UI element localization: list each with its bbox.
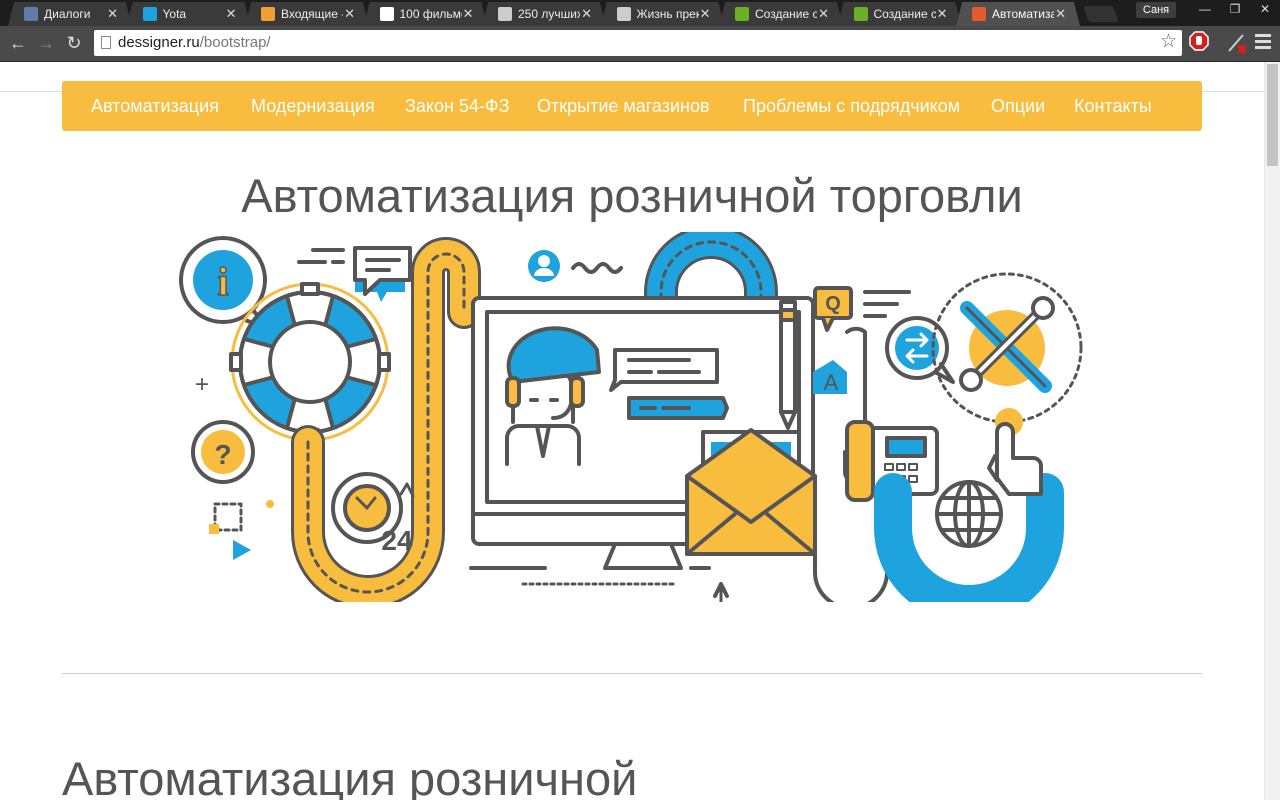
clock-24-icon: 24: [331, 472, 415, 556]
tools-icon: [931, 272, 1083, 424]
exchange-bubble-icon: [885, 316, 955, 384]
tab-title: Создание с: [873, 7, 936, 21]
tab-close-icon[interactable]: ✕: [937, 6, 948, 22]
browser-tab[interactable]: Создание с ✕: [719, 2, 843, 26]
address-domain: dessigner.ru: [118, 34, 200, 51]
letter-q: Q: [825, 293, 841, 315]
scrollbar-thumb[interactable]: [1267, 64, 1278, 166]
info-bubble-icon: i: [179, 236, 269, 330]
main-navbar: Автоматизация Модернизация Закон 54-ФЗ О…: [62, 81, 1202, 131]
search-bubble-icon: Q: [813, 286, 853, 332]
tab-close-icon[interactable]: ✕: [463, 6, 474, 22]
page-icon: [101, 36, 111, 49]
dessigner-icon: [972, 7, 986, 21]
tab-close-icon[interactable]: ✕: [700, 6, 711, 22]
tab-close-icon[interactable]: ✕: [1055, 6, 1066, 22]
forward-button[interactable]: →: [34, 32, 58, 54]
address-url[interactable]: dessigner.ru/bootstrap/: [118, 34, 271, 52]
info-mark: i: [217, 259, 228, 304]
menu-icon[interactable]: [1255, 34, 1271, 50]
tab-close-icon[interactable]: ✕: [818, 6, 829, 22]
nav-link-automation[interactable]: Автоматизация: [91, 81, 219, 131]
section-title: Автоматизация розничной: [62, 752, 638, 800]
hero-title: Автоматизация розничной торговли: [241, 169, 1023, 222]
tab-title: Жизнь прек: [636, 7, 699, 21]
tab-title: Автоматиза: [992, 7, 1054, 21]
font-letter-icon: A: [813, 360, 847, 395]
nav-link-options[interactable]: Опции: [991, 81, 1045, 131]
fl-ru-icon: [735, 7, 749, 21]
pointing-hand-icon: [987, 408, 1043, 496]
lifebuoy-icon: [229, 282, 391, 442]
nav-link-contractor-problems[interactable]: Проблемы с подрядчиком: [743, 81, 960, 131]
nav-link-contacts[interactable]: Контакты: [1074, 81, 1152, 131]
pen-extension-icon[interactable]: [1226, 31, 1248, 55]
google-icon: [379, 7, 394, 21]
email-envelope-icon: @: [685, 428, 817, 602]
new-tab-button[interactable]: [1083, 6, 1119, 22]
fl-ru-icon: [853, 7, 868, 21]
page-scrollbar[interactable]: [1264, 62, 1280, 800]
page-viewport: Автоматизация Модернизация Закон 54-ФЗ О…: [0, 62, 1264, 800]
vk-icon: [24, 7, 38, 21]
window-close-button[interactable]: ✕: [1250, 0, 1280, 18]
question-bubble-icon: ?: [191, 420, 255, 484]
bookmark-star-icon[interactable]: ☆: [1160, 32, 1177, 52]
back-button[interactable]: ←: [6, 32, 30, 54]
profile-button[interactable]: Саня: [1136, 2, 1176, 18]
browser-toolbar: ← → ↻ dessigner.ru/bootstrap/ ☆: [0, 26, 1280, 62]
address-bar[interactable]: dessigner.ru/bootstrap/ ☆: [94, 30, 1182, 56]
tab-close-icon[interactable]: ✕: [344, 6, 355, 22]
browser-tab[interactable]: Создание с ✕: [837, 2, 962, 26]
minimize-button[interactable]: —: [1190, 0, 1220, 18]
globe-icon: [874, 473, 1064, 602]
tab-close-icon[interactable]: ✕: [107, 6, 118, 22]
section-divider: [62, 673, 1202, 674]
letter-a: A: [824, 370, 839, 395]
tab-title: Создание с: [755, 7, 817, 21]
mail-icon: [261, 7, 275, 21]
pencil-icon: [779, 300, 797, 430]
clock-label: 24: [381, 525, 413, 556]
address-path: /bootstrap/: [199, 34, 271, 51]
chat-bubble-icon: [353, 246, 412, 302]
nav-link-store-opening[interactable]: Открытие магазинов: [537, 81, 710, 131]
browser-tab[interactable]: 250 лучших ✕: [482, 2, 606, 26]
tab-title: Yota: [162, 7, 187, 21]
user-avatar-icon: [528, 250, 560, 282]
adblock-extension-icon[interactable]: [1189, 30, 1209, 54]
tab-title: 100 фильмо: [399, 7, 462, 21]
tab-title: 250 лучших: [518, 7, 580, 21]
browser-tab[interactable]: Yota ✕: [126, 2, 251, 26]
hero-illustration: i + ? 24 Q A: [179, 232, 1083, 602]
browser-tab[interactable]: Диалоги ✕: [8, 2, 132, 26]
nav-link-modernization[interactable]: Модернизация: [251, 81, 375, 131]
tab-close-icon[interactable]: ✕: [226, 6, 237, 22]
question-mark: ?: [214, 439, 231, 470]
film-reel-icon: [498, 7, 512, 21]
reload-button[interactable]: ↻: [62, 32, 86, 54]
tab-title: Диалоги: [44, 7, 91, 21]
maximize-button[interactable]: ❐: [1220, 0, 1250, 18]
tab-title: Входящие -: [281, 7, 343, 21]
browser-tab[interactable]: Автоматиза ✕: [956, 2, 1080, 26]
browser-tab[interactable]: 100 фильмо ✕: [363, 2, 488, 26]
film-reel-icon: [616, 7, 631, 21]
plus-sign: +: [195, 371, 209, 398]
browser-tab[interactable]: Жизнь прек ✕: [600, 2, 725, 26]
nav-link-law-54fz[interactable]: Закон 54-ФЗ: [405, 81, 509, 131]
tab-close-icon[interactable]: ✕: [581, 6, 592, 22]
tab-strip: Диалоги ✕ Yota ✕ Входящие - ✕ 100 фильмо ✕ 250 л…: [0, 0, 1280, 26]
yota-icon: [142, 7, 157, 21]
browser-tab[interactable]: Входящие - ✕: [245, 2, 369, 26]
